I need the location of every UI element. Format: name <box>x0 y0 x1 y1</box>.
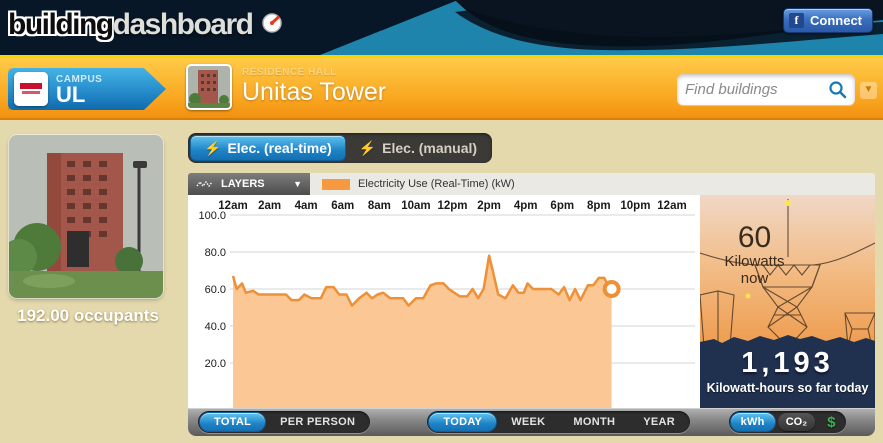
occupants-count: 192.00 occupants <box>0 306 176 326</box>
period-month-button[interactable]: MONTH <box>559 412 629 432</box>
facebook-connect-button[interactable]: f Connect <box>783 8 873 33</box>
svg-text:12pm: 12pm <box>437 200 467 212</box>
legend-label: Electricity Use (Real-Time) (kW) <box>358 178 515 190</box>
electricity-usage-chart[interactable]: 100.080.060.040.020.012am2am4am6am8am10a… <box>188 195 700 408</box>
svg-text:20.0: 20.0 <box>205 358 226 370</box>
unit-controls-bar: kWh CO₂ $ <box>700 408 875 436</box>
campus-name: UL <box>56 85 102 105</box>
period-week-button[interactable]: WEEK <box>497 412 559 432</box>
svg-text:8pm: 8pm <box>587 200 611 212</box>
svg-text:4am: 4am <box>295 200 318 212</box>
kilowatts-now-value: 60 <box>712 223 797 253</box>
svg-text:2pm: 2pm <box>477 200 501 212</box>
lightning-icon: ⚡ <box>359 140 376 157</box>
svg-text:2am: 2am <box>258 200 281 212</box>
kilowatts-now-label: now <box>712 270 797 287</box>
scope-total-button[interactable]: TOTAL <box>199 412 266 432</box>
connect-label: Connect <box>810 13 862 28</box>
unit-toggle: kWh CO₂ $ <box>729 411 847 433</box>
building-name: Unitas Tower <box>242 78 386 107</box>
tab-label: Elec. (real-time) <box>227 140 331 156</box>
svg-text:60.0: 60.0 <box>205 284 226 296</box>
layers-squiggle-icon <box>196 179 214 189</box>
svg-text:8am: 8am <box>368 200 391 212</box>
current-power-readout: 60 Kilowatts now <box>712 223 797 287</box>
building-thumbnail <box>186 64 232 110</box>
lightning-icon: ⚡ <box>204 140 221 157</box>
svg-text:10am: 10am <box>401 200 430 212</box>
header: buildingdashboard f Connect <box>0 0 883 55</box>
unit-co2-button[interactable]: CO₂ <box>778 413 815 431</box>
scope-toggle: TOTAL PER PERSON <box>198 411 370 433</box>
svg-text:12am: 12am <box>218 200 247 212</box>
scope-per-person-button[interactable]: PER PERSON <box>266 412 369 432</box>
chart-legend: Electricity Use (Real-Time) (kW) <box>310 173 875 195</box>
tab-elec-manual[interactable]: ⚡ Elec. (manual) <box>346 135 490 161</box>
search-icon[interactable] <box>828 80 847 99</box>
summary-panel: 60 Kilowatts now 1,193 Kilowatt-hours so… <box>700 195 875 408</box>
campus-logo-thumbnail <box>14 72 48 106</box>
breadcrumb-campus[interactable]: CAMPUS UL <box>8 68 166 110</box>
svg-text:12am: 12am <box>657 200 686 212</box>
legend-color-swatch <box>322 179 350 190</box>
svg-text:4pm: 4pm <box>514 200 538 212</box>
svg-text:6pm: 6pm <box>550 200 574 212</box>
period-year-button[interactable]: YEAR <box>629 412 689 432</box>
tab-elec-realtime[interactable]: ⚡ Elec. (real-time) <box>190 135 346 161</box>
layers-button[interactable]: LAYERS ▼ <box>188 173 310 195</box>
kwh-today-value: 1,193 <box>700 347 875 380</box>
breadcrumb-bar: CAMPUS UL RESIDENCE HALL Unitas Tower <box>0 58 883 120</box>
breadcrumb-building[interactable]: RESIDENCE HALL Unitas Tower <box>186 64 386 110</box>
svg-text:80.0: 80.0 <box>205 247 226 259</box>
chart-controls-bar: TOTAL PER PERSON TODAY WEEK MONTH YEAR <box>188 408 700 436</box>
unit-dollar-button[interactable]: $ <box>817 414 845 431</box>
meter-tabs: ⚡ Elec. (real-time) ⚡ Elec. (manual) <box>188 133 492 163</box>
dollar-icon: $ <box>827 414 835 431</box>
search-box <box>677 74 855 105</box>
svg-text:6am: 6am <box>331 200 354 212</box>
logo-text-dashboard: dashboard <box>113 8 253 41</box>
unit-kwh-button[interactable]: kWh <box>730 412 776 432</box>
gauge-icon <box>261 12 283 34</box>
period-today-button[interactable]: TODAY <box>428 412 497 432</box>
logo-text-building: building <box>8 8 113 41</box>
search-input[interactable] <box>685 81 828 98</box>
co2-cloud-icon: CO₂ <box>786 416 807 428</box>
building-dashboard-app: buildingdashboard f Connect CAMPUS UL <box>0 0 883 443</box>
svg-text:10pm: 10pm <box>620 200 650 212</box>
building-photo <box>9 135 163 298</box>
kilowatts-now-unit: Kilowatts <box>712 253 797 270</box>
search-dropdown-chevron-icon[interactable]: ▼ <box>860 82 877 99</box>
app-logo: buildingdashboard <box>8 8 283 42</box>
svg-text:40.0: 40.0 <box>205 321 226 333</box>
facebook-icon: f <box>789 13 804 28</box>
period-toggle: TODAY WEEK MONTH YEAR <box>427 411 690 433</box>
kwh-today-label: Kilowatt-hours so far today <box>700 381 875 395</box>
layers-caret-icon: ▼ <box>293 179 302 189</box>
tab-label: Elec. (manual) <box>382 140 477 156</box>
layers-label: LAYERS <box>221 178 265 190</box>
building-type-label: RESIDENCE HALL <box>242 67 386 78</box>
